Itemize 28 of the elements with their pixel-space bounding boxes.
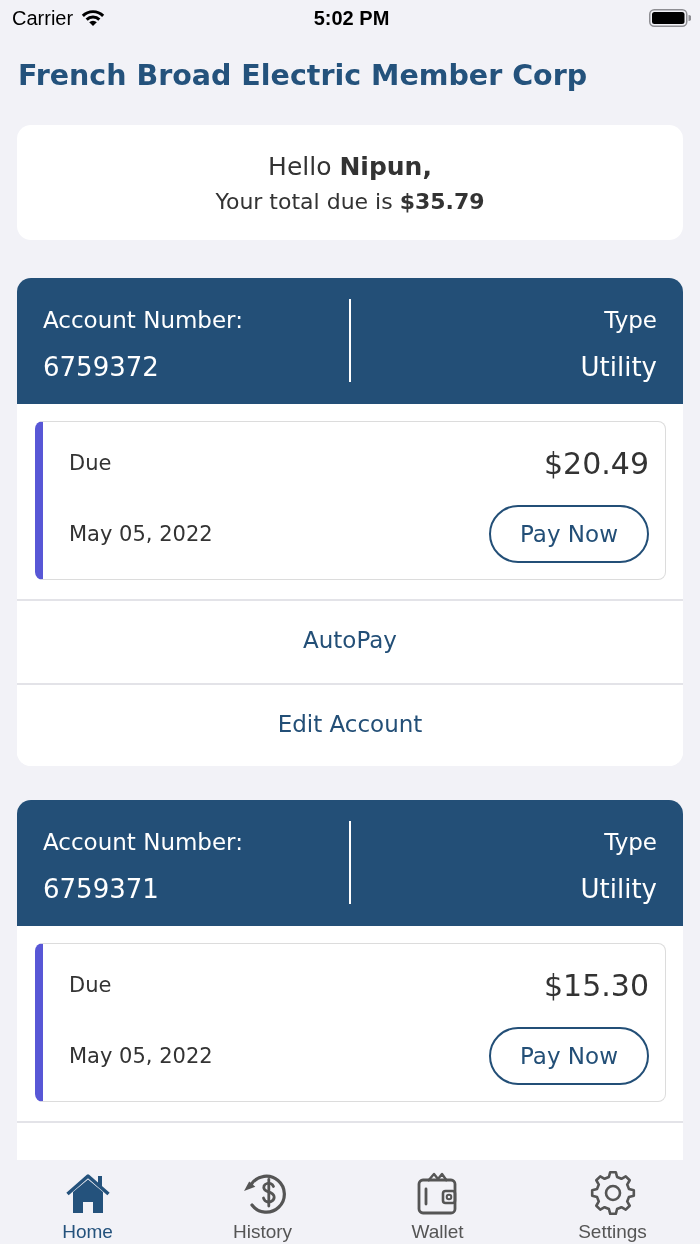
tab-item[interactable]: Home	[0, 1160, 175, 1244]
due-label: Due	[69, 451, 112, 475]
due-amount: $15.30	[544, 967, 649, 1003]
total-due-text: Your total due is $35.79	[214, 188, 486, 216]
account-type: Utility	[580, 873, 657, 906]
wifi-icon	[81, 9, 106, 27]
account-number-label: Account Number:	[43, 306, 243, 335]
pay-now-button[interactable]: Pay Now	[489, 505, 649, 563]
tab-item[interactable]: Wallet	[350, 1160, 525, 1244]
due-date: May 05, 2022	[69, 1044, 213, 1068]
tab-item[interactable]: Settings	[525, 1160, 700, 1244]
carrier-label: Carrier	[12, 6, 74, 30]
type-label: Type	[604, 828, 657, 857]
pay-now-button[interactable]: Pay Now	[489, 1027, 649, 1085]
account-type: Utility	[580, 351, 657, 384]
type-label: Type	[604, 306, 657, 335]
greeting-text: Hello Nipun,	[267, 151, 433, 183]
clock-time: 5:02 PM	[313, 6, 390, 30]
due-label: Due	[69, 973, 112, 997]
account-number: 6759371	[43, 873, 159, 906]
due-date: May 05, 2022	[69, 522, 213, 546]
account-number-label: Account Number:	[43, 828, 243, 857]
app-title: French Broad Electric Member Corp	[18, 58, 589, 94]
settings-icon	[588, 1169, 637, 1217]
due-amount: $20.49	[544, 445, 649, 481]
tab-item[interactable]: History	[175, 1160, 350, 1244]
account-number: 6759372	[43, 351, 159, 384]
battery-icon	[649, 9, 691, 27]
